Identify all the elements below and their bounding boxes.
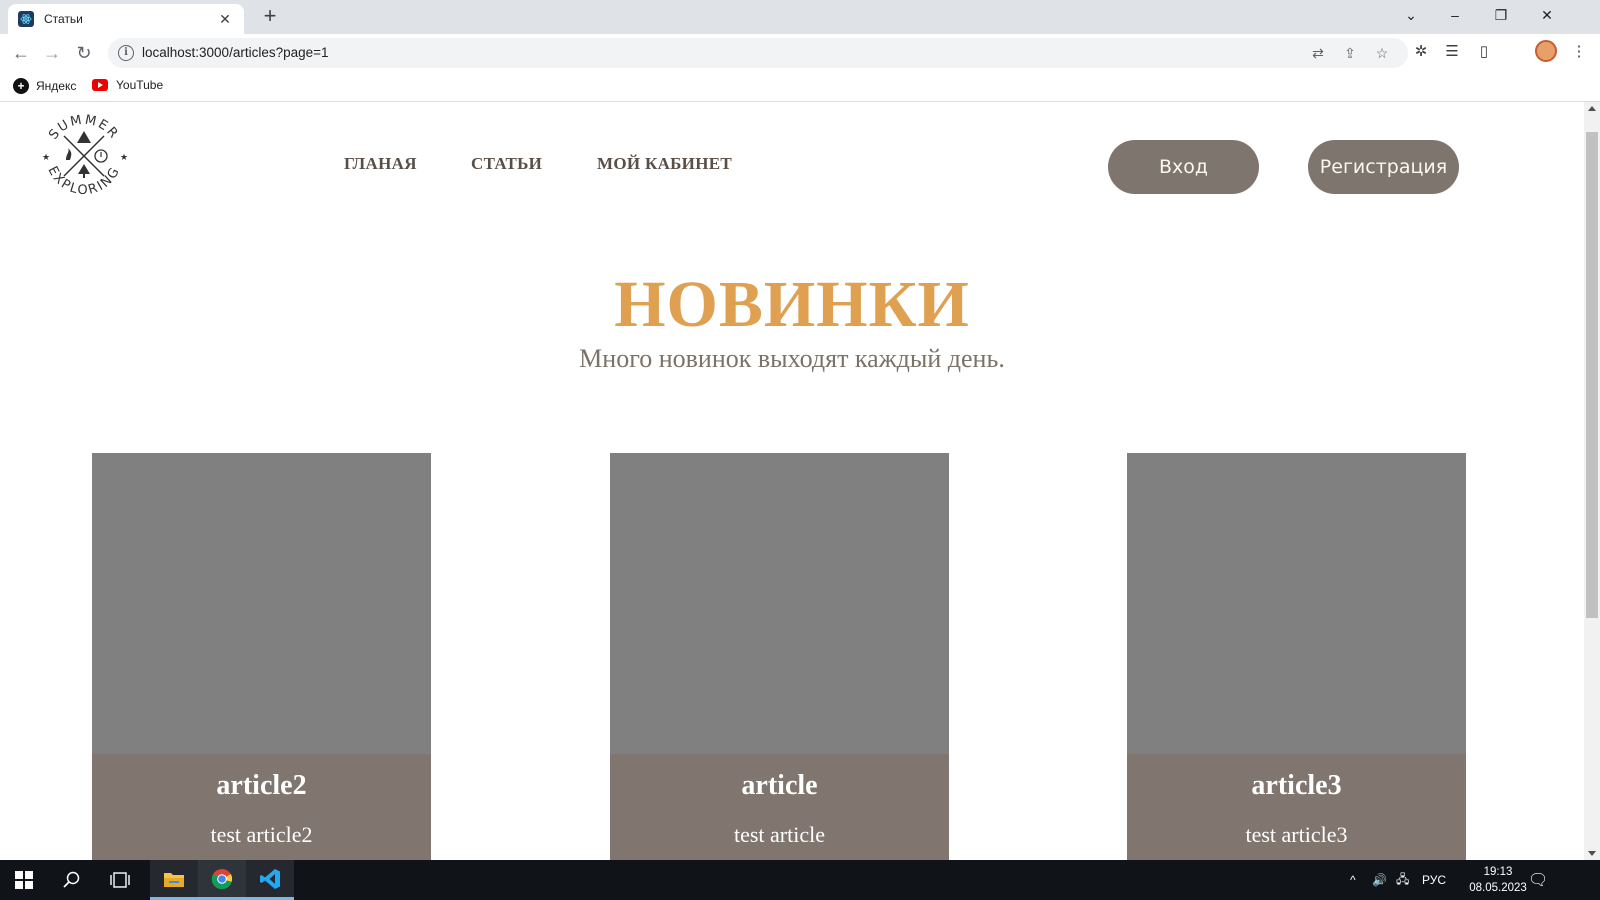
- tab-search-icon[interactable]: ⌄: [1388, 0, 1434, 30]
- youtube-icon: [92, 79, 108, 91]
- article-image[interactable]: [92, 453, 431, 754]
- bookmark-label: YouTube: [116, 78, 164, 92]
- scrollbar-thumb[interactable]: [1586, 132, 1598, 618]
- search-icon[interactable]: [48, 860, 96, 900]
- scroll-down-arrow-icon[interactable]: [1588, 851, 1596, 856]
- windows-start-icon[interactable]: [0, 860, 48, 900]
- windows-taskbar: ^ 🔊 🖧 РУС 19:13 08.05.2023 🗨: [0, 860, 1600, 900]
- login-button[interactable]: Вход: [1108, 140, 1259, 194]
- article-title[interactable]: article2: [92, 770, 431, 802]
- tab-title: Статьи: [44, 12, 83, 26]
- page-subtitle: Много новинок выходят каждый день.: [579, 344, 1005, 373]
- forward-button[interactable]: →: [40, 41, 64, 65]
- page-title: НОВИНКИ: [614, 268, 970, 341]
- task-view-icon[interactable]: [96, 860, 144, 900]
- article-card[interactable]: article test article: [610, 453, 949, 860]
- bookmark-star-icon[interactable]: ☆: [1372, 44, 1392, 62]
- article-card-body: article test article: [610, 754, 949, 860]
- vscode-icon[interactable]: [246, 860, 294, 900]
- browser-menu-icon[interactable]: ⋮: [1568, 40, 1590, 62]
- profile-avatar[interactable]: [1535, 40, 1557, 62]
- register-button[interactable]: Регистрация: [1308, 140, 1459, 194]
- clock-date: 08.05.2023: [1469, 882, 1527, 894]
- address-bar[interactable]: i localhost:3000/articles?page=1 ⇄ ⇪ ☆: [108, 38, 1408, 68]
- extensions-puzzle-icon[interactable]: ✲: [1410, 40, 1432, 62]
- yandex-icon: +: [13, 78, 29, 94]
- svg-text:★: ★: [42, 152, 50, 162]
- translate-icon[interactable]: ⇄: [1308, 44, 1328, 62]
- article-image[interactable]: [1127, 453, 1466, 754]
- browser-toolbar: ← → ↻ i localhost:3000/articles?page=1 ⇄…: [0, 34, 1600, 72]
- tray-overflow-icon[interactable]: ^: [1350, 860, 1356, 900]
- page-viewport: SUMMER EXPLORING ★ ★ ГЛАНАЯ СТАТЬИ МОЙ К…: [0, 102, 1584, 860]
- bookmark-youtube[interactable]: YouTube: [92, 78, 163, 92]
- chrome-icon[interactable]: [198, 860, 246, 900]
- article-image[interactable]: [610, 453, 949, 754]
- volume-icon[interactable]: 🔊: [1372, 860, 1387, 900]
- article-card[interactable]: article2 test article2: [92, 453, 431, 860]
- nav-main[interactable]: ГЛАНАЯ: [344, 154, 417, 174]
- article-card[interactable]: article3 test article3: [1127, 453, 1466, 860]
- new-tab-button[interactable]: +: [258, 5, 282, 29]
- notifications-icon[interactable]: 🗨: [1528, 860, 1548, 900]
- file-explorer-icon[interactable]: [150, 860, 198, 900]
- page-scrollbar[interactable]: [1584, 102, 1600, 860]
- summer-exploring-logo[interactable]: SUMMER EXPLORING ★ ★: [36, 108, 132, 204]
- scroll-up-arrow-icon[interactable]: [1588, 106, 1596, 111]
- react-icon: [18, 11, 34, 27]
- article-description: test article2: [210, 822, 313, 847]
- taskbar-clock[interactable]: 19:13 08.05.2023: [1466, 864, 1530, 896]
- article-card-body: article2 test article2: [92, 754, 431, 860]
- close-tab-icon[interactable]: ✕: [216, 11, 234, 28]
- article-card-body: article3 test article3: [1127, 754, 1466, 860]
- bookmark-label: Яндекс: [36, 79, 77, 93]
- svg-text:★: ★: [120, 152, 128, 162]
- article-title[interactable]: article3: [1127, 770, 1466, 802]
- close-window-button[interactable]: ✕: [1524, 0, 1570, 30]
- nav-articles[interactable]: СТАТЬИ: [471, 154, 542, 174]
- article-title[interactable]: article: [610, 770, 949, 802]
- bookmark-yandex[interactable]: + Яндекс: [13, 78, 76, 94]
- bookmarks-bar: + Яндекс YouTube: [0, 72, 1600, 102]
- article-description: test article: [733, 822, 825, 847]
- tab-strip: Статьи ✕ + ⌄ – ❐ ✕: [0, 0, 1600, 34]
- site-info-icon[interactable]: i: [118, 45, 134, 61]
- address-url[interactable]: localhost:3000/articles?page=1: [142, 45, 329, 60]
- clock-time: 19:13: [1483, 866, 1513, 878]
- nav-cabinet[interactable]: МОЙ КАБИНЕТ: [597, 154, 732, 174]
- article-description: test article3: [1245, 822, 1348, 847]
- side-panel-icon[interactable]: ▯: [1473, 40, 1495, 62]
- share-icon[interactable]: ⇪: [1340, 44, 1360, 62]
- restore-button[interactable]: ❐: [1478, 0, 1524, 30]
- language-indicator[interactable]: РУС: [1422, 860, 1446, 900]
- network-icon[interactable]: 🖧: [1396, 860, 1409, 900]
- tab-articles[interactable]: Статьи ✕: [8, 4, 244, 34]
- reading-list-icon[interactable]: ☰: [1441, 40, 1463, 62]
- reload-button[interactable]: ↻: [72, 41, 96, 65]
- back-button[interactable]: ←: [9, 41, 33, 65]
- minimize-button[interactable]: –: [1432, 0, 1478, 30]
